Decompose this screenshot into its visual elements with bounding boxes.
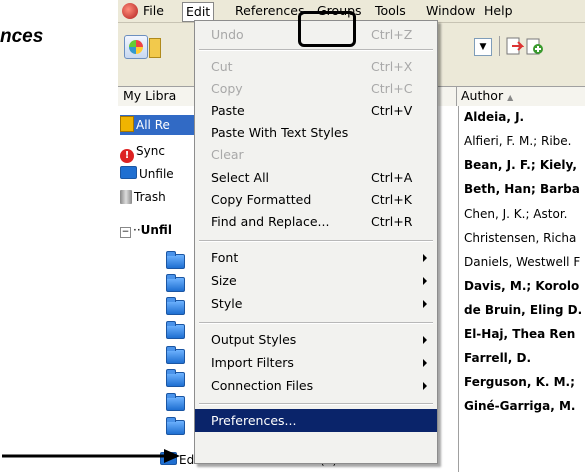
export-icon[interactable] <box>504 36 524 56</box>
table-row[interactable]: de Bruin, Eling D. <box>464 299 582 321</box>
table-row[interactable]: Ferguson, K. M.; <box>464 371 575 393</box>
menu-item-copy[interactable]: Copy Ctrl+C <box>195 77 437 100</box>
callout-arrow-icon <box>2 449 180 463</box>
menu-window[interactable]: Window <box>423 2 478 20</box>
reference-list: Aldeia, J. Alfieri, F. M.; Ribe. Bean, J… <box>458 106 585 472</box>
menu-item-connection-files[interactable]: Connection Files <box>195 374 437 397</box>
table-row[interactable]: Aldeia, J. <box>464 106 524 128</box>
endnote-window: File Edit References Groups Tools Window… <box>118 0 585 472</box>
sync-error-icon: ! <box>120 149 134 163</box>
edit-menu-dropdown: Undo Ctrl+Z Cut Ctrl+X Copy Ctrl+C Paste Ctr… <box>194 20 438 464</box>
menu-item-import-filters[interactable]: Import Filters <box>195 351 437 374</box>
edit-menu-callout <box>298 11 356 47</box>
tree-item-trash[interactable]: Trash <box>120 187 166 207</box>
library-mode-icon[interactable] <box>149 38 161 58</box>
group-folder-icon[interactable] <box>166 369 185 387</box>
table-row[interactable]: Bean, J. F.; Kiely, <box>464 154 577 176</box>
submenu-arrow-icon <box>423 359 427 367</box>
submenu-arrow-icon <box>423 277 427 285</box>
table-row[interactable]: Davis, M.; Korolo <box>464 275 579 297</box>
group-folder-icon[interactable] <box>166 251 185 269</box>
menu-separator <box>199 403 433 405</box>
trash-icon <box>120 190 132 204</box>
menu-edit[interactable]: Edit <box>182 2 215 22</box>
table-row[interactable]: Beth, Han; Barba <box>464 178 580 200</box>
toolbar-separator <box>499 36 500 56</box>
table-row[interactable]: Chen, J. K.; Astor. <box>464 203 567 225</box>
group-node-icon: ·· <box>133 223 141 237</box>
library-icon <box>120 116 134 132</box>
tree-item-unfiled-group[interactable]: − ··Unfil <box>120 220 172 240</box>
style-dropdown-arrow-icon[interactable]: ▼ <box>474 38 492 56</box>
table-row[interactable]: Christensen, Richa <box>464 227 576 249</box>
group-folder-icon[interactable] <box>166 274 185 292</box>
menu-tools[interactable]: Tools <box>372 2 409 20</box>
table-row[interactable]: Giné-Garriga, M. <box>464 395 575 417</box>
menu-item-clear[interactable]: Clear <box>195 143 437 166</box>
menu-item-cut[interactable]: Cut Ctrl+X <box>195 55 437 78</box>
caption-text: nces <box>0 26 44 47</box>
group-folder-icon[interactable] <box>166 297 185 315</box>
table-row[interactable]: El-Haj, Thea Ren <box>464 323 575 345</box>
menu-references[interactable]: References <box>232 2 307 20</box>
tree-item-unfiled[interactable]: Unfile <box>120 164 174 184</box>
menu-item-style[interactable]: Style <box>195 292 437 315</box>
column-divider <box>456 87 457 106</box>
collapse-icon: − <box>120 227 131 238</box>
submenu-arrow-icon <box>423 254 427 262</box>
menu-item-font[interactable]: Font <box>195 246 437 269</box>
online-search-icon[interactable] <box>124 35 148 59</box>
menu-item-output-styles[interactable]: Output Styles <box>195 328 437 351</box>
menu-separator <box>199 49 433 51</box>
folder-icon <box>120 166 137 179</box>
group-folder-icon[interactable] <box>166 417 185 435</box>
library-header: My Libra <box>123 88 177 103</box>
table-row[interactable]: Farrell, D. <box>464 347 531 369</box>
submenu-arrow-icon <box>423 300 427 308</box>
submenu-arrow-icon <box>423 382 427 390</box>
table-row[interactable]: Alfieri, F. M.; Ribe. <box>464 130 572 152</box>
menu-help[interactable]: Help <box>481 2 516 20</box>
group-folder-icon[interactable] <box>166 346 185 364</box>
menu-item-find-and-replace[interactable]: Find and Replace... Ctrl+R <box>195 210 437 233</box>
menu-item-preferences[interactable]: Preferences... <box>195 409 437 432</box>
menu-item-paste-with-text-styles[interactable]: Paste With Text Styles <box>195 121 437 144</box>
sort-ascending-icon: ▲ <box>507 93 514 102</box>
new-reference-icon[interactable] <box>526 38 544 56</box>
menu-item-size[interactable]: Size <box>195 269 437 292</box>
submenu-arrow-icon <box>423 336 427 344</box>
app-logo-icon <box>122 3 138 19</box>
group-folder-icon[interactable] <box>166 393 185 411</box>
tree-item-sync[interactable]: ! Sync <box>120 141 165 163</box>
menu-item-select-all[interactable]: Select All Ctrl+A <box>195 166 437 189</box>
group-folder-icon[interactable] <box>166 321 185 339</box>
menu-item-copy-formatted[interactable]: Copy Formatted Ctrl+K <box>195 188 437 211</box>
table-row[interactable]: Daniels, Westwell F <box>464 251 580 273</box>
menu-separator <box>199 322 433 324</box>
menu-file[interactable]: File <box>140 2 167 20</box>
menu-item-paste[interactable]: Paste Ctrl+V <box>195 99 437 122</box>
author-column-header[interactable]: Author ▲ <box>461 88 513 103</box>
menu-separator <box>199 240 433 242</box>
